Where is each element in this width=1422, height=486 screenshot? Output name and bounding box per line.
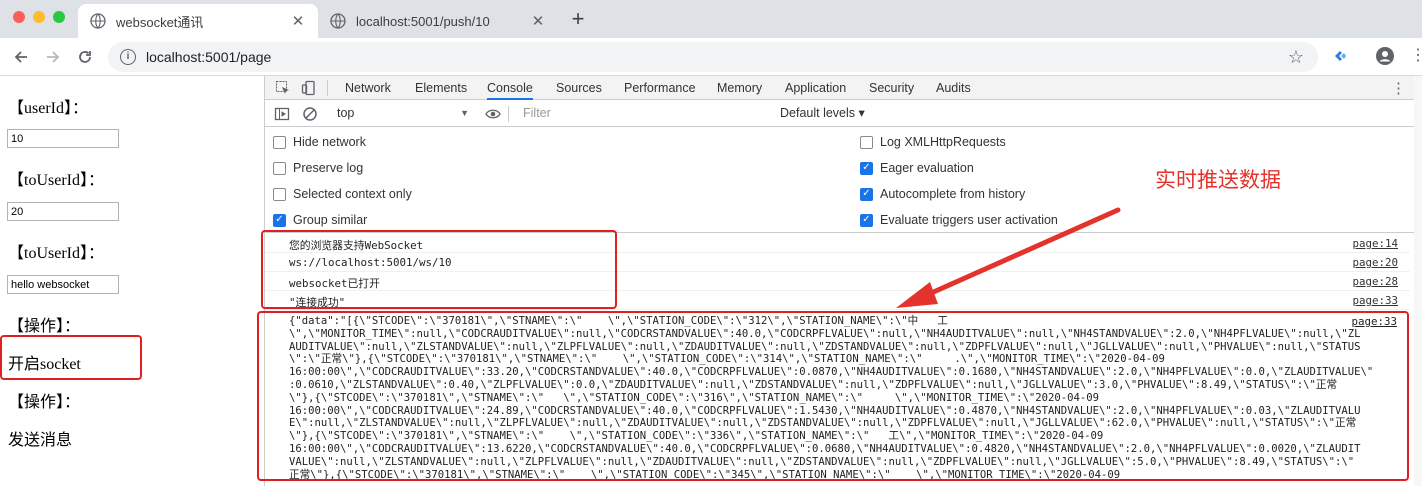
arrow-left-icon [14,51,27,63]
message-label: 【toUserId】： [8,245,104,262]
tab-sources[interactable]: Sources [556,76,602,100]
tab-push[interactable]: localhost:5001/push/10 ✕ [318,4,558,38]
close-tab-icon[interactable]: ✕ [530,12,546,30]
devtools-tab-bar: Network Elements Console Sources Perform… [265,76,1422,100]
option-label: Hide network [293,135,366,149]
maximize-window-button[interactable] [53,11,65,23]
divider [508,106,509,122]
option-preserve-log[interactable]: Preserve log [273,158,363,178]
tab-audits[interactable]: Audits [936,76,971,100]
option-user-activation[interactable]: ✓ Evaluate triggers user activation [860,210,1058,230]
highlight-box [0,335,142,380]
reload-icon [79,51,91,63]
message-input[interactable] [7,275,119,294]
option-hide-network[interactable]: Hide network [273,132,366,152]
clear-console-icon[interactable] [302,106,318,122]
console-output: 您的浏览器支持WebSocket page:14 ws://localhost:… [257,230,1422,486]
account-icon[interactable] [1376,47,1394,65]
tab-console[interactable]: Console [487,76,533,100]
tab-title: localhost:5001/push/10 [356,13,490,29]
device-toolbar-icon[interactable] [301,80,317,96]
close-window-button[interactable] [13,11,25,23]
checkbox[interactable] [273,161,286,175]
arrow-right-icon [47,51,60,63]
web-page: 【userId】： 【toUserId】： 【toUserId】： 【操作】： … [0,76,264,486]
reload-button[interactable] [72,45,98,69]
browser-toolbar: i localhost:5001/page ☆ ⋮ [0,38,1422,76]
tab-elements[interactable]: Elements [415,76,467,100]
option-eager-eval[interactable]: ✓ Eager evaluation [860,158,974,178]
extension-icon[interactable] [1332,48,1348,64]
back-button[interactable] [8,45,34,69]
send-message-button[interactable]: 发送消息 [8,426,72,450]
tab-websocket[interactable]: websocket通讯 ✕ [78,4,318,38]
option-selected-context[interactable]: Selected context only [273,184,412,204]
tab-security[interactable]: Security [869,76,914,100]
userid-input[interactable] [7,129,119,148]
tab-strip: websocket通讯 ✕ localhost:5001/push/10 ✕ + [0,0,1422,38]
touserid-label: 【toUserId】： [8,172,104,189]
kebab-menu-icon[interactable]: ⋮ [1391,79,1406,97]
userid-label: 【userId】： [8,100,88,117]
log-source-link[interactable]: page:20 [1352,256,1398,269]
filter-input[interactable]: Filter [515,104,765,123]
context-value: top [337,106,355,120]
minimize-window-button[interactable] [33,11,45,23]
option-label: Eager evaluation [880,161,974,175]
checkbox-checked[interactable]: ✓ [860,161,873,175]
operation-label: 【操作】： [8,318,81,335]
close-tab-icon[interactable]: ✕ [290,12,306,30]
tab-performance[interactable]: Performance [624,76,696,100]
new-tab-button[interactable]: + [566,8,590,32]
tab-title: websocket通讯 [116,14,204,30]
option-label: Preserve log [293,161,364,175]
option-label: Group similar [293,213,368,227]
checkbox[interactable] [860,135,873,149]
context-select[interactable]: top ▼ [329,104,469,123]
forward-button[interactable] [40,45,66,69]
eye-icon[interactable] [485,106,501,122]
address-bar[interactable]: i localhost:5001/page ☆ [108,42,1318,72]
log-source-link[interactable]: page:28 [1352,275,1398,288]
log-levels-select[interactable]: Default levels ▾ [780,104,865,123]
scrollbar[interactable] [1414,76,1422,486]
annotation-text: 实时推送数据 [1155,168,1281,192]
globe-icon [90,13,106,29]
sidebar-toggle-icon[interactable] [274,106,290,122]
touserid-input[interactable] [7,202,119,221]
option-label: Log XMLHttpRequests [880,135,1006,149]
inspect-element-icon[interactable] [275,80,291,96]
menu-icon[interactable]: ⋮ [1410,48,1422,64]
operation-label: 【操作】： [8,394,81,411]
tab-application[interactable]: Application [785,76,846,100]
option-log-xhr[interactable]: Log XMLHttpRequests [860,132,1006,152]
tab-network[interactable]: Network [345,76,391,100]
option-label: Evaluate triggers user activation [880,213,1058,227]
star-icon[interactable]: ☆ [1288,47,1304,68]
option-group-similar[interactable]: ✓ Group similar [273,210,367,230]
dropdown-arrow-icon: ▼ [460,108,469,118]
tab-memory[interactable]: Memory [717,76,762,100]
checkbox[interactable] [273,187,286,201]
log-source-link[interactable]: page:33 [1352,294,1398,307]
console-filter-bar: top ▼ Filter Default levels ▾ [265,101,1422,127]
url-text: localhost:5001/page [146,49,272,65]
devtools-panel: Network Elements Console Sources Perform… [257,76,1422,486]
checkbox-checked[interactable]: ✓ [273,213,286,227]
globe-icon [330,13,346,29]
highlight-box [257,311,1409,481]
highlight-box [261,230,617,309]
info-icon[interactable]: i [120,49,136,65]
checkbox[interactable] [273,135,286,149]
option-label: Autocomplete from history [880,187,1026,201]
divider [327,80,328,96]
checkbox-checked[interactable]: ✓ [860,187,873,201]
log-source-link[interactable]: page:14 [1352,237,1398,250]
checkbox-checked[interactable]: ✓ [860,213,873,227]
option-autocomplete[interactable]: ✓ Autocomplete from history [860,184,1025,204]
option-label: Selected context only [293,187,412,201]
